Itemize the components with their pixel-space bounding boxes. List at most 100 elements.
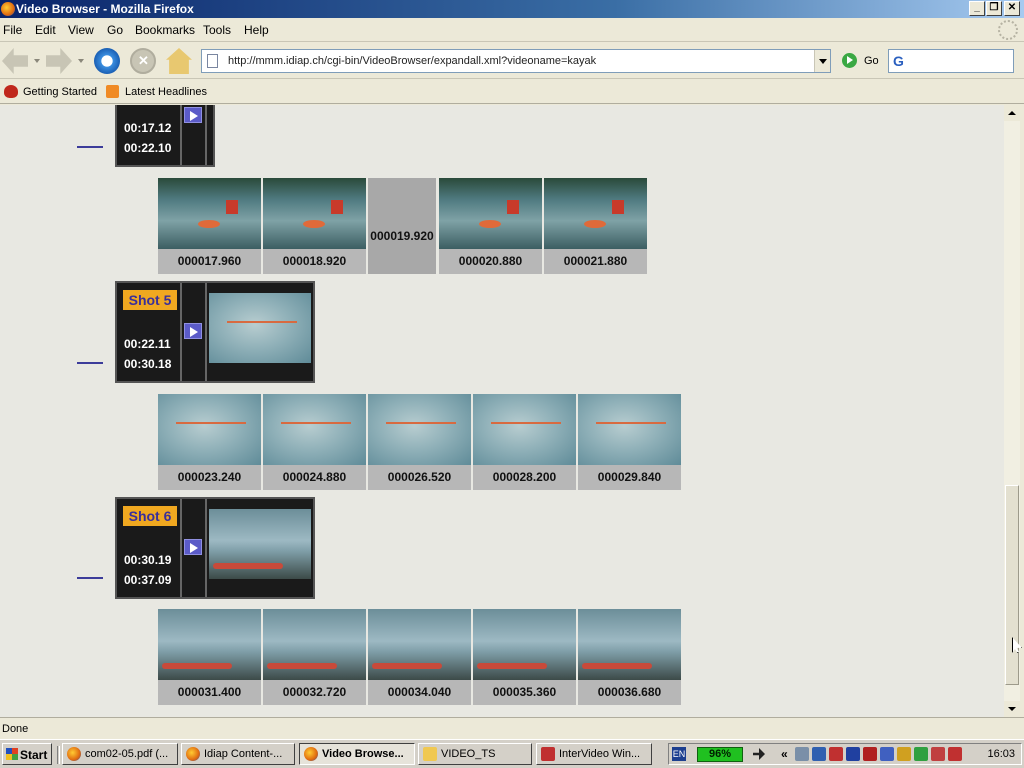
close-button[interactable]: ✕ [1004, 1, 1020, 16]
url-text[interactable]: http://mmm.idiap.ch/cgi-bin/VideoBrowser… [228, 55, 596, 67]
network-icon[interactable] [812, 747, 826, 761]
firefox-icon [1, 2, 15, 16]
task-button-video-browser[interactable]: Video Browse... [299, 743, 415, 765]
keyframe-thumbnail[interactable]: 000024.880 [263, 394, 366, 490]
shield-icon[interactable] [880, 747, 894, 761]
language-indicator[interactable]: EN [672, 747, 686, 761]
sync-icon[interactable] [914, 747, 928, 761]
vertical-scrollbar[interactable] [1004, 105, 1020, 717]
keyframe-thumbnail[interactable]: 000026.520 [368, 394, 471, 490]
firefox-icon [186, 747, 200, 761]
shot-preview-image[interactable] [209, 509, 311, 579]
url-dropdown-icon[interactable] [814, 50, 830, 72]
timeline-marker [77, 146, 103, 148]
keyframe-image [439, 178, 542, 249]
keyframe-thumbnail[interactable]: 000020.880 [439, 178, 542, 274]
power-plug-icon[interactable] [753, 748, 765, 760]
shot-card[interactable]: Shot 5 00:22.11 00:30.18 [115, 281, 315, 383]
google-search-icon[interactable]: G [893, 53, 904, 69]
keyframe-thumbnail[interactable]: 000029.840 [578, 394, 681, 490]
task-button-intervideo[interactable]: InterVideo Win... [536, 743, 652, 765]
keyframe-image [578, 609, 681, 680]
menu-edit[interactable]: Edit [35, 23, 56, 37]
keyframe-image [368, 609, 471, 680]
menu-bookmarks[interactable]: Bookmarks [135, 23, 195, 37]
keyframe-thumbnail[interactable]: 000032.720 [263, 609, 366, 705]
title-bar: Video Browser - Mozilla Firefox _ ❐ ✕ [0, 0, 1024, 18]
keyframe-thumbnail[interactable]: 000036.680 [578, 609, 681, 705]
keyframe-thumbnail[interactable]: 000017.960 [158, 178, 261, 274]
shot-card[interactable]: Shot 6 00:30.19 00:37.09 [115, 497, 315, 599]
start-label: Start [20, 748, 48, 762]
shot-preview-image[interactable] [209, 293, 311, 363]
keyframe-image [263, 609, 366, 680]
minimize-button[interactable]: _ [969, 1, 985, 16]
menu-help[interactable]: Help [244, 23, 269, 37]
tray-app-icon[interactable] [795, 747, 809, 761]
antivirus-icon[interactable] [863, 747, 877, 761]
keyframe-image [158, 394, 261, 465]
bookmark-latest-headlines[interactable]: Latest Headlines [125, 86, 207, 98]
go-button[interactable]: Go [864, 55, 879, 67]
system-tray: EN 96% « 16:03 [668, 743, 1022, 765]
start-button[interactable]: Start [2, 743, 52, 765]
address-bar[interactable]: http://mmm.idiap.ch/cgi-bin/VideoBrowser… [201, 49, 831, 73]
shot-end-time: 00:22.10 [124, 141, 172, 155]
scroll-thumb[interactable] [1005, 485, 1019, 685]
status-bar: Done [0, 717, 1024, 739]
menu-go[interactable]: Go [107, 23, 123, 37]
keyframe-thumbnail[interactable]: 000035.360 [473, 609, 576, 705]
scroll-up-icon[interactable] [1004, 105, 1020, 121]
task-label: InterVideo Win... [559, 748, 641, 760]
battery-indicator[interactable]: 96% [697, 747, 743, 762]
keyframe-time: 000019.920 [368, 178, 436, 274]
keyframe-thumbnail[interactable]: 000028.200 [473, 394, 576, 490]
keyframe-thumbnail[interactable]: 000034.040 [368, 609, 471, 705]
forward-dropdown-icon[interactable] [78, 59, 84, 63]
reload-icon[interactable] [94, 48, 120, 74]
timeline-marker [77, 362, 103, 364]
bluetooth-icon[interactable] [846, 747, 860, 761]
keyframe-thumbnail[interactable]: 000021.880 [544, 178, 647, 274]
display-icon[interactable] [897, 747, 911, 761]
intervideo-icon [541, 747, 555, 761]
back-button-icon[interactable] [2, 48, 28, 74]
keyframe-thumbnail[interactable]: 000018.920 [263, 178, 366, 274]
menu-tools[interactable]: Tools [203, 23, 231, 37]
clock[interactable]: 16:03 [987, 748, 1015, 760]
search-input[interactable]: G [888, 49, 1014, 73]
task-label: VIDEO_TS [441, 748, 496, 760]
keyframe-time: 000020.880 [439, 249, 542, 274]
taskbar-separator [57, 746, 60, 764]
shot-divider [205, 499, 207, 597]
bookmark-getting-started[interactable]: Getting Started [23, 86, 97, 98]
show-hidden-icons-icon[interactable]: « [781, 747, 788, 761]
shot-card[interactable]: 00:17.12 00:22.10 [115, 105, 215, 167]
go-icon[interactable] [842, 53, 857, 68]
keyframe-image [368, 394, 471, 465]
stop-icon[interactable] [130, 48, 156, 74]
play-icon[interactable] [184, 107, 202, 123]
shot-label: Shot 5 [123, 290, 177, 310]
play-icon[interactable] [184, 323, 202, 339]
keyframe-thumbnail[interactable]: 000023.240 [158, 394, 261, 490]
task-button-pdf[interactable]: com02-05.pdf (... [62, 743, 178, 765]
forward-button-icon[interactable] [46, 48, 72, 74]
keyframe-thumbnail[interactable]: 000019.920 [368, 178, 436, 274]
scroll-down-icon[interactable] [1004, 701, 1020, 717]
shot-start-time: 00:22.11 [124, 337, 171, 351]
task-button-video-ts[interactable]: VIDEO_TS [418, 743, 532, 765]
maximize-button[interactable]: ❐ [986, 1, 1002, 16]
alert-icon[interactable] [948, 747, 962, 761]
keyframe-image [158, 609, 261, 680]
menu-view[interactable]: View [68, 23, 94, 37]
security-icon[interactable] [829, 747, 843, 761]
firewall-icon[interactable] [931, 747, 945, 761]
menu-file[interactable]: File [3, 23, 22, 37]
back-dropdown-icon[interactable] [34, 59, 40, 63]
timeline-marker [77, 577, 103, 579]
keyframe-thumbnail[interactable]: 000031.400 [158, 609, 261, 705]
task-button-idiap[interactable]: Idiap Content-... [181, 743, 295, 765]
home-icon[interactable] [166, 48, 192, 74]
play-icon[interactable] [184, 539, 202, 555]
